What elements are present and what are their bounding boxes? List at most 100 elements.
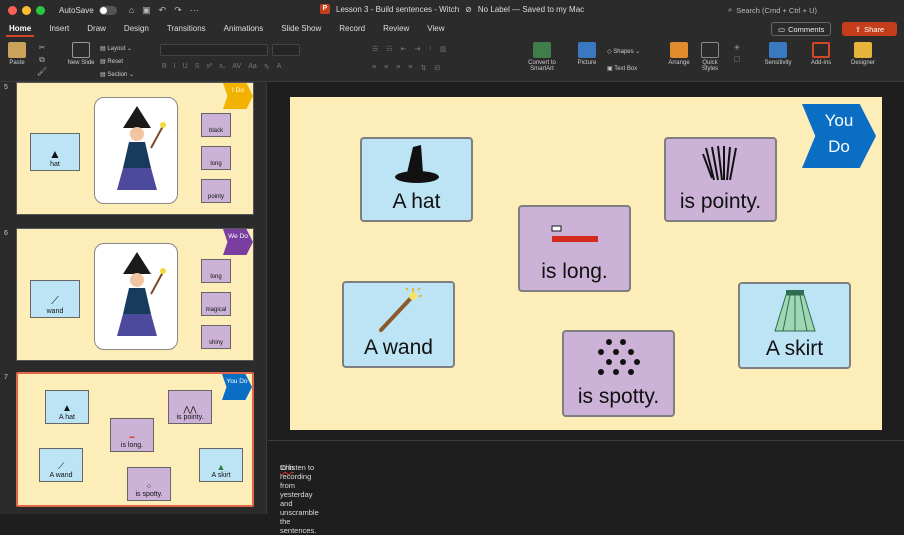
designer-label: Designer bbox=[850, 60, 875, 66]
font-name-field[interactable] bbox=[160, 44, 268, 56]
text-box-button[interactable]: ▣ Text Box bbox=[607, 61, 640, 78]
section-button[interactable]: ▤ Section ⌄ bbox=[100, 69, 134, 82]
copy-icon[interactable]: ⧉ bbox=[36, 54, 48, 66]
ribbon-toolbar: Paste ✂ ⧉ 🖌 New Slide ▤ Layout ⌄ ▤ Reset… bbox=[0, 38, 904, 82]
tab-transitions[interactable]: Transitions bbox=[158, 20, 215, 38]
arrange-button[interactable]: Arrange bbox=[664, 42, 694, 66]
justify-icon[interactable]: ≡ bbox=[408, 64, 412, 72]
layout-button[interactable]: ▤ Layout ⌄ bbox=[100, 43, 134, 56]
autosave-control[interactable]: AutoSave bbox=[59, 5, 117, 15]
shapes-label: Shapes bbox=[613, 49, 634, 55]
thumb-card: ⟋ A wand bbox=[39, 448, 83, 482]
card-is-long[interactable]: is long. bbox=[518, 205, 631, 292]
sensitivity-label-icon: ⊘ bbox=[465, 4, 472, 14]
sensitivity-icon bbox=[769, 42, 787, 58]
italic-icon[interactable]: I bbox=[174, 63, 176, 71]
align-text-icon[interactable]: ⊟ bbox=[434, 64, 440, 72]
card-a-wand[interactable]: A wand bbox=[342, 281, 455, 368]
subscript-icon[interactable]: x₂ bbox=[219, 63, 225, 71]
thumb-card: ⟋ wand bbox=[30, 280, 80, 318]
tab-draw[interactable]: Draw bbox=[78, 20, 115, 38]
designer-button[interactable]: Designer bbox=[846, 42, 880, 66]
format-painter-icon[interactable]: 🖌 bbox=[36, 66, 48, 78]
spikes-icon: ⋀⋀ bbox=[183, 405, 197, 414]
save-icon[interactable]: ▣ bbox=[142, 5, 151, 16]
highlight-icon[interactable]: ✎ bbox=[264, 63, 270, 71]
tab-record[interactable]: Record bbox=[330, 20, 374, 38]
shape-format-group: ◈ ▢ bbox=[726, 42, 748, 66]
shapes-button[interactable]: ◇ Shapes ⌄ bbox=[607, 44, 640, 61]
card-is-pointy[interactable]: is pointy. bbox=[664, 137, 777, 222]
columns-icon[interactable]: ▥ bbox=[440, 45, 447, 53]
tab-animations[interactable]: Animations bbox=[215, 20, 273, 38]
wand-icon bbox=[378, 286, 422, 332]
picture-button[interactable]: Picture bbox=[573, 42, 601, 66]
notes-body: to listen to recording from yesterday an… bbox=[280, 463, 319, 535]
zoom-window-button[interactable] bbox=[36, 5, 45, 15]
tab-slide-show[interactable]: Slide Show bbox=[272, 20, 330, 38]
tab-home[interactable]: Home bbox=[0, 20, 40, 38]
slide-thumbnail-6[interactable]: We Do ⟋ wand long magical shiny bbox=[16, 228, 254, 361]
sensitivity-button[interactable]: Sensitivity bbox=[760, 42, 796, 66]
font-size-field[interactable] bbox=[272, 44, 300, 56]
long-line-icon bbox=[551, 225, 598, 242]
underline-icon[interactable]: U bbox=[183, 63, 188, 71]
text-direction-icon[interactable]: ⇅ bbox=[420, 64, 426, 72]
new-slide-button[interactable]: New Slide bbox=[66, 42, 96, 66]
tab-review[interactable]: Review bbox=[374, 20, 418, 38]
align-left-icon[interactable]: ≡ bbox=[372, 64, 376, 72]
comments-button[interactable]: ▭ Comments bbox=[771, 22, 832, 36]
convert-smartart-button[interactable]: Convert to SmartArt bbox=[521, 42, 563, 72]
label-status[interactable]: No Label — Saved to my Mac bbox=[478, 5, 584, 14]
thumb-card: long bbox=[201, 259, 231, 283]
tab-insert[interactable]: Insert bbox=[40, 20, 78, 38]
minimize-window-button[interactable] bbox=[22, 5, 31, 15]
thumb-card-label: A wand bbox=[49, 472, 73, 479]
clipboard-icon bbox=[8, 42, 26, 58]
thumb-card-label: black bbox=[208, 128, 223, 134]
tab-design[interactable]: Design bbox=[115, 20, 158, 38]
bullets-icon[interactable]: ☰ bbox=[372, 45, 378, 53]
witch-picture bbox=[94, 97, 178, 204]
addins-button[interactable]: Add-ins bbox=[806, 42, 836, 66]
shape-outline-icon[interactable]: ▢ bbox=[726, 54, 748, 66]
thumb-card-label: is long. bbox=[120, 442, 144, 449]
search-placeholder: Search (Cmd + Ctrl + U) bbox=[736, 5, 818, 15]
paste-button[interactable]: Paste bbox=[5, 42, 29, 66]
line-spacing-icon[interactable]: ↕ bbox=[428, 45, 432, 53]
thumb-card-label: shiny bbox=[208, 340, 223, 346]
align-center-icon[interactable]: ≡ bbox=[384, 64, 388, 72]
card-a-skirt[interactable]: A skirt bbox=[738, 282, 851, 369]
quick-styles-button[interactable]: Quick Styles bbox=[697, 42, 723, 72]
thumb-card-label: long bbox=[210, 161, 222, 167]
increase-indent-icon[interactable]: ⇥ bbox=[414, 45, 420, 53]
thumb-card-label: pointy bbox=[207, 194, 224, 200]
strikethrough-icon[interactable]: S bbox=[195, 63, 200, 71]
bold-icon[interactable]: B bbox=[162, 63, 167, 71]
share-button[interactable]: ⇪ Share bbox=[842, 22, 897, 36]
slide-thumbnail-7[interactable]: You Do ▲ A hat ⋀⋀ is pointy. ━ is long. ⟋ A … bbox=[16, 372, 254, 507]
change-case-icon[interactable]: Aa bbox=[248, 63, 257, 71]
undo-icon[interactable]: ↶ bbox=[159, 5, 167, 16]
decrease-indent-icon[interactable]: ⇤ bbox=[401, 45, 407, 53]
superscript-icon[interactable]: x² bbox=[206, 63, 212, 71]
autosave-toggle[interactable] bbox=[98, 5, 117, 15]
cut-icon[interactable]: ✂ bbox=[36, 42, 48, 54]
reset-button[interactable]: ▤ Reset bbox=[100, 56, 134, 69]
search-box[interactable]: ⌕ Search (Cmd + Ctrl + U) bbox=[728, 3, 898, 17]
redo-icon[interactable]: ↷ bbox=[174, 5, 182, 16]
card-a-hat[interactable]: A hat bbox=[360, 137, 473, 222]
speaker-notes-pane[interactable]: Chn to listen to recording from yesterda… bbox=[268, 440, 904, 535]
tab-view[interactable]: View bbox=[418, 20, 453, 38]
numbering-icon[interactable]: ☷ bbox=[386, 45, 392, 53]
font-color-icon[interactable]: A bbox=[277, 63, 282, 71]
align-right-icon[interactable]: ≡ bbox=[396, 64, 400, 72]
char-spacing-icon[interactable]: AV bbox=[232, 63, 241, 71]
home-icon[interactable]: ⌂ bbox=[129, 5, 134, 16]
close-window-button[interactable] bbox=[8, 5, 17, 15]
shape-fill-icon[interactable]: ◈ bbox=[726, 42, 748, 54]
slide-thumbnail-pane[interactable]: 5 I Do ▲ hat black long pointy 6 We Do ⟋… bbox=[0, 82, 267, 514]
more-icon[interactable]: ⋯ bbox=[190, 5, 199, 16]
slide-thumbnail-5[interactable]: I Do ▲ hat black long pointy bbox=[16, 82, 254, 215]
card-is-spotty[interactable]: is spotty. bbox=[562, 330, 675, 417]
